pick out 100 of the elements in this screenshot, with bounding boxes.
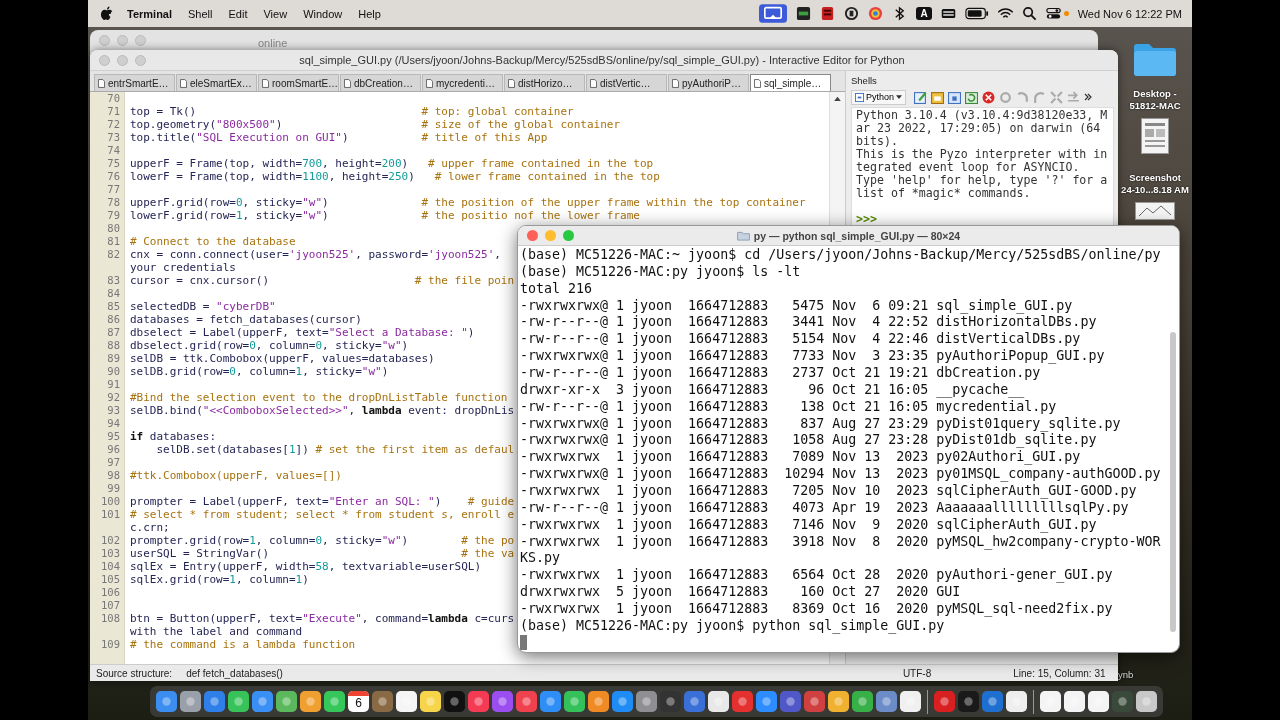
app-icon[interactable] bbox=[492, 691, 513, 712]
app-icon[interactable] bbox=[828, 691, 849, 712]
app-icon[interactable] bbox=[1064, 691, 1085, 712]
folder-icon[interactable] bbox=[931, 90, 945, 104]
app-icon[interactable] bbox=[876, 691, 897, 712]
app-icon[interactable] bbox=[516, 691, 537, 712]
wifi-icon[interactable] bbox=[997, 6, 1013, 21]
shell-dropdown[interactable]: Python bbox=[851, 89, 907, 105]
close-button[interactable] bbox=[527, 230, 538, 241]
image-thumbnail-icon[interactable] bbox=[1135, 202, 1175, 220]
more-icon[interactable] bbox=[1084, 93, 1093, 101]
code-line: upperF.grid(row=0, sticky="w") # the position of the upper frame within the top container bbox=[130, 196, 806, 209]
battery-icon[interactable] bbox=[964, 7, 989, 20]
search-icon[interactable] bbox=[1021, 6, 1037, 21]
app-icon[interactable] bbox=[276, 691, 297, 712]
menu-item[interactable]: View bbox=[263, 7, 288, 20]
app-icon[interactable] bbox=[1040, 691, 1061, 712]
line-number: 87 bbox=[107, 326, 120, 339]
app-icon[interactable] bbox=[708, 691, 729, 712]
app-icon[interactable] bbox=[420, 691, 441, 712]
app-icon[interactable] bbox=[612, 691, 633, 712]
status-icon[interactable] bbox=[844, 6, 860, 21]
screenshot-thumbnail-icon[interactable] bbox=[1141, 118, 1169, 154]
file-icon bbox=[344, 78, 351, 88]
terminal-line: -rwxrwxrwx 1 jyoon 1664712883 3918 Nov 8 2020 pyMSQL_hw2company-crypto-WOR bbox=[520, 533, 1162, 551]
app-icon[interactable] bbox=[372, 691, 393, 712]
menu-item[interactable]: Shell bbox=[188, 7, 213, 20]
status-icon[interactable] bbox=[820, 6, 836, 21]
window-title: sql_simple_GUI.py (/Users/jyoon/Johns-Backup/Mercy/525sdBS/online/py/sql_simple_GUI.py) - Interactive Editor for Python bbox=[298, 54, 906, 66]
panel-title: Shells bbox=[851, 75, 878, 86]
menu-item[interactable]: Window bbox=[303, 7, 343, 20]
app-icon[interactable] bbox=[252, 691, 273, 712]
shell-output[interactable] bbox=[851, 107, 1114, 227]
keyboard-icon[interactable] bbox=[940, 6, 956, 21]
code-line: selDB.set(databases[1]) # set the first item as defaul bbox=[155, 443, 515, 456]
line-number: 76 bbox=[107, 170, 120, 183]
desktop-icon-label: Screenshot bbox=[1129, 172, 1181, 184]
line-number: 109 bbox=[101, 638, 120, 651]
file-tab[interactable]: sql_simple… bbox=[750, 74, 831, 91]
menu-item[interactable]: Help bbox=[358, 7, 381, 20]
status-icon[interactable] bbox=[796, 6, 812, 21]
app-icon[interactable] bbox=[900, 691, 921, 712]
window-icon[interactable] bbox=[948, 90, 962, 104]
app-icon[interactable] bbox=[156, 691, 177, 712]
menu-item[interactable]: Edit bbox=[228, 7, 248, 20]
app-icon[interactable] bbox=[468, 691, 489, 712]
file-tab[interactable]: pyAuthoriP… bbox=[668, 74, 749, 91]
file-tab[interactable]: distHorizo… bbox=[504, 74, 585, 91]
file-tab[interactable]: eleSmartEx… bbox=[176, 74, 257, 91]
app-icon[interactable] bbox=[228, 691, 249, 712]
app-icon[interactable] bbox=[756, 691, 777, 712]
file-tab[interactable]: dbCreation… bbox=[340, 74, 421, 91]
file-tab[interactable]: roomSmartE… bbox=[258, 74, 339, 91]
file-tab[interactable]: entrSmartE… bbox=[94, 74, 175, 91]
menu-bar-clock[interactable]: Wed Nov 6 12:22 PM bbox=[1077, 7, 1182, 20]
line-number: 102 bbox=[101, 534, 120, 547]
edit-icon[interactable] bbox=[914, 90, 928, 104]
app-icon[interactable] bbox=[300, 691, 321, 712]
terminal-line: total 216 bbox=[520, 280, 594, 298]
scroll-up-arrow-icon[interactable] bbox=[834, 96, 841, 101]
app-icon[interactable] bbox=[204, 691, 225, 712]
file-tab[interactable]: mycredenti… bbox=[422, 74, 503, 91]
line-number: 106 bbox=[101, 586, 120, 599]
app-icon[interactable] bbox=[324, 691, 345, 712]
app-icon[interactable] bbox=[982, 691, 1003, 712]
line-number: 80 bbox=[107, 222, 120, 235]
screen-mirroring-icon[interactable] bbox=[759, 4, 788, 23]
file-tab[interactable]: distVertic… bbox=[586, 74, 667, 91]
control-center-icon[interactable] bbox=[1045, 6, 1061, 21]
input-source[interactable]: A bbox=[916, 7, 932, 20]
line-number: 75 bbox=[107, 157, 120, 170]
refresh-icon[interactable] bbox=[965, 90, 979, 104]
menu-item[interactable]: Terminal bbox=[127, 7, 173, 20]
close-icon[interactable] bbox=[982, 90, 996, 104]
app-icon[interactable] bbox=[588, 691, 609, 712]
app-icon[interactable] bbox=[684, 691, 705, 712]
app-icon[interactable] bbox=[396, 691, 417, 712]
line-number: 82 bbox=[107, 248, 120, 261]
shell-prompt: >>> bbox=[856, 213, 878, 226]
apple-logo-icon[interactable] bbox=[100, 6, 113, 21]
app-icon[interactable] bbox=[540, 691, 561, 712]
app-icon[interactable] bbox=[1006, 691, 1027, 712]
terminal-line: -rwxrwxrwx@ 1 jyoon 1664712883 10294 Nov 13 2023 py01MSQL_company-authGOOD.py bbox=[520, 466, 1162, 484]
code-line: lowerF.grid(row=1, sticky="w") # the positio nof the lower frame bbox=[130, 209, 640, 222]
app-icon[interactable] bbox=[180, 691, 201, 712]
app-icon[interactable] bbox=[1088, 691, 1109, 712]
file-icon bbox=[590, 78, 597, 88]
line-number: 105 bbox=[101, 573, 120, 586]
app-icon[interactable] bbox=[564, 691, 585, 712]
file-icon bbox=[98, 78, 105, 88]
calendar-app-icon[interactable]: 6 bbox=[348, 691, 369, 712]
file-icon bbox=[508, 78, 515, 88]
app-icon[interactable] bbox=[852, 691, 873, 712]
app-icon[interactable] bbox=[1136, 691, 1157, 712]
scroll-bar[interactable] bbox=[1170, 332, 1176, 632]
app-icon[interactable] bbox=[636, 691, 657, 712]
code-line: upperF = Frame(top, width=700, height=200) # upper frame contained in the top bbox=[130, 157, 654, 170]
line-number: 92 bbox=[107, 391, 120, 404]
line-number: 86 bbox=[107, 313, 120, 326]
desktop-icon-label: 51812-MAC bbox=[1129, 100, 1181, 112]
